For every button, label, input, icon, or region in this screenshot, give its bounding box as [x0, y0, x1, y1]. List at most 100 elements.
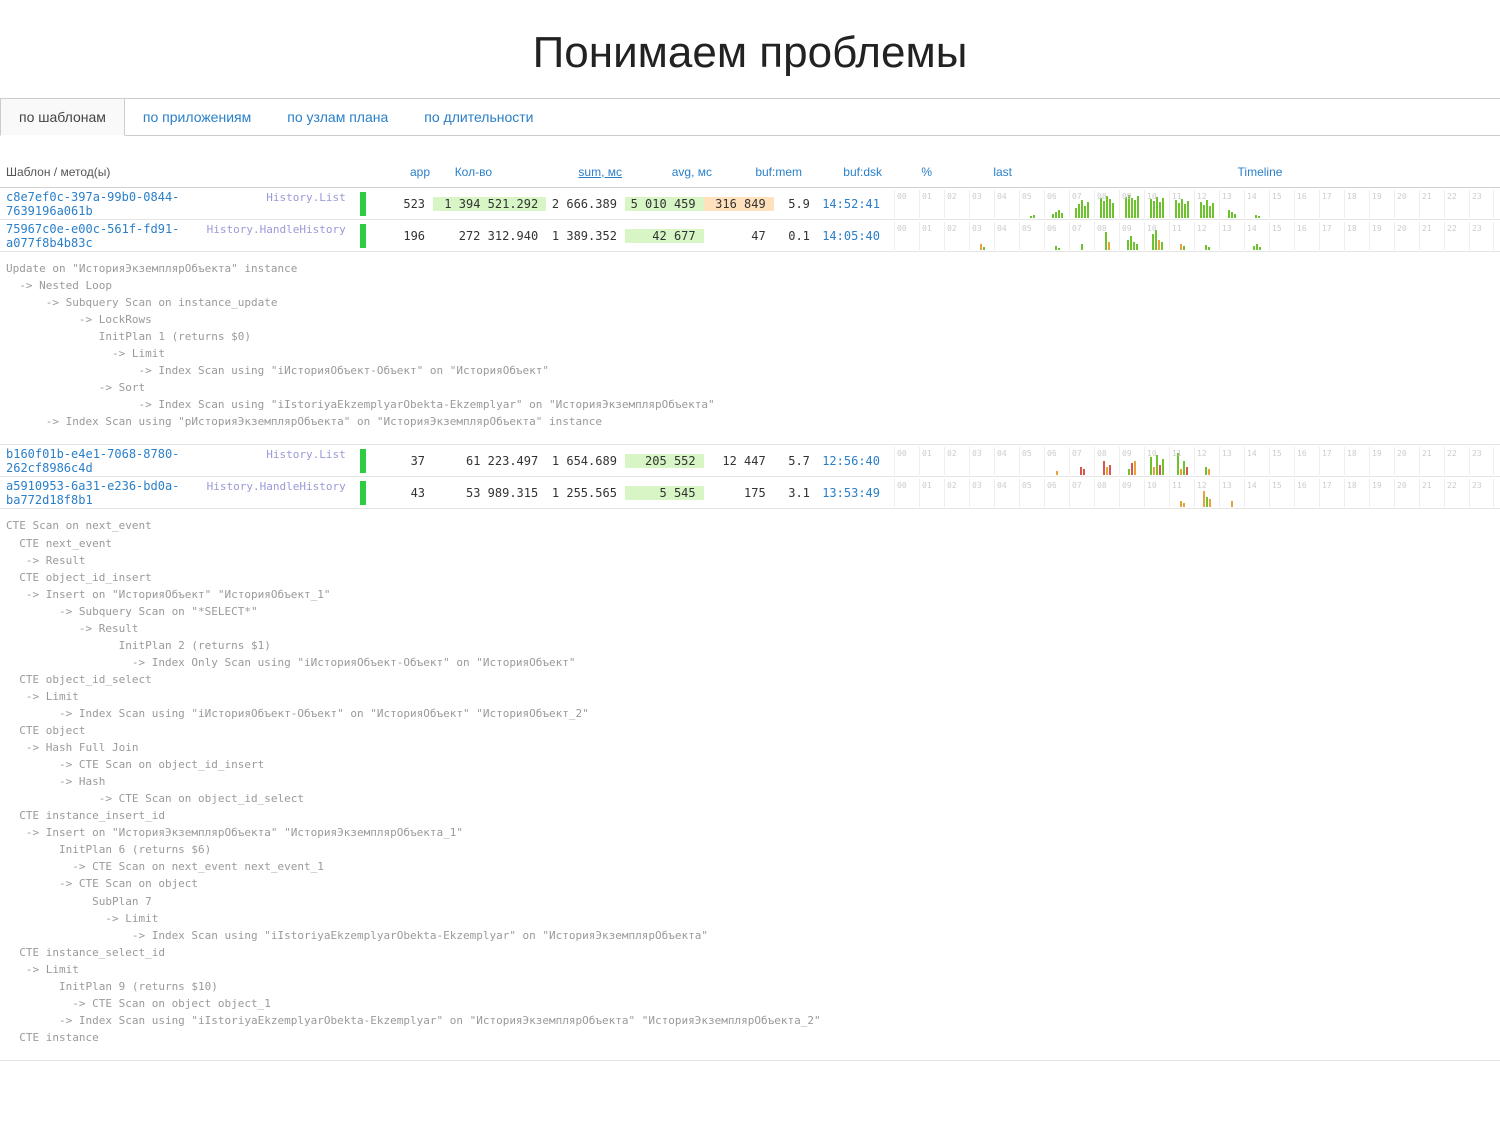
timeline-bar — [1106, 467, 1108, 475]
hour-label: 03 — [972, 192, 982, 201]
cell-bufdsk: 316 849 — [704, 197, 774, 211]
hour-label: 16 — [1297, 224, 1307, 233]
timeline-bar — [1109, 465, 1111, 475]
hdr-timeline[interactable]: Timeline — [1020, 165, 1500, 179]
hdr-bufmem[interactable]: buf:mem — [720, 165, 810, 179]
timeline-hour: 16 — [1294, 479, 1319, 507]
timeline-hour: 14 — [1244, 479, 1269, 507]
timeline-bar — [1183, 461, 1185, 475]
hour-label: 13 — [1222, 449, 1232, 458]
timeline-bar — [1134, 461, 1136, 475]
table-row[interactable]: b160f01b-e4e1-7068-8780-262cf8986c4dHist… — [0, 445, 1500, 477]
hour-label: 20 — [1397, 449, 1407, 458]
cell-bufmem: 5 010 459 — [625, 197, 704, 211]
hour-label: 10 — [1147, 449, 1157, 458]
hour-label: 15 — [1272, 481, 1282, 490]
hour-label: 02 — [947, 481, 957, 490]
hdr-pct[interactable]: % — [890, 165, 940, 179]
hour-label: 10 — [1147, 481, 1157, 490]
hdr-avg[interactable]: avg, мс — [630, 165, 720, 179]
table-row[interactable]: 75967c0e-e00c-561f-fd91-a077f8b4b83c Hist… — [0, 220, 1500, 252]
cell-avg: 1 389.352 — [546, 229, 625, 243]
tab-duration[interactable]: по длительности — [406, 99, 551, 135]
timeline-bar — [1055, 246, 1057, 250]
hdr-app[interactable]: app — [400, 165, 440, 179]
hour-label: 09 — [1122, 192, 1132, 201]
timeline-hour: 03 — [969, 447, 994, 475]
timeline-hour: 19 — [1369, 447, 1394, 475]
timeline-hour: 01 — [919, 190, 944, 218]
hour-label: 18 — [1347, 192, 1357, 201]
timeline-hour: 23 — [1469, 479, 1494, 507]
cell-bufmem: 205 552 — [625, 454, 704, 468]
hour-label: 07 — [1072, 481, 1082, 490]
timeline-bar — [1231, 212, 1233, 218]
cell-last[interactable]: 12:56:40 — [822, 454, 880, 468]
cell-bufdsk: 175 — [704, 486, 774, 500]
cell-avg: 1 255.565 — [546, 486, 625, 500]
hour-label: 19 — [1372, 224, 1382, 233]
tab-plan-nodes[interactable]: по узлам плана — [269, 99, 406, 135]
timeline-hour: 20 — [1394, 190, 1419, 218]
cell-bufdsk: 12 447 — [704, 454, 774, 468]
timeline-hour: 22 — [1444, 447, 1469, 475]
tab-apps[interactable]: по приложениям — [125, 99, 269, 135]
timeline-hour: 11 — [1169, 190, 1194, 218]
hour-label: 06 — [1047, 192, 1057, 201]
query-hash[interactable]: 75967c0e-e00c-561f-fd91-a077f8b4b83c — [6, 222, 197, 250]
hour-label: 18 — [1347, 481, 1357, 490]
hour-label: 01 — [922, 192, 932, 201]
table-row[interactable]: c8e7ef0c-397a-99b0-0844-7639196a061bHist… — [0, 188, 1500, 220]
query-hash[interactable]: a5910953-6a31-e236-bd0a-ba772d18f8b1 — [6, 479, 197, 507]
timeline-bar — [1180, 501, 1182, 507]
timeline-bar — [1087, 202, 1089, 218]
query-method: History.HandleHistory — [207, 223, 346, 236]
hour-label: 21 — [1422, 224, 1432, 233]
timeline-bar — [1156, 455, 1158, 475]
hdr-template[interactable]: Шаблон / метод(ы) — [0, 165, 400, 179]
table-row[interactable]: a5910953-6a31-e236-bd0a-ba772d18f8b1Hist… — [0, 477, 1500, 509]
hour-label: 11 — [1172, 449, 1182, 458]
timeline-chart: 0001020304050607080910111213141516171819… — [894, 222, 1494, 250]
query-hash[interactable]: c8e7ef0c-397a-99b0-0844-7639196a061b — [6, 190, 256, 218]
hour-label: 08 — [1097, 481, 1107, 490]
hour-label: 04 — [997, 449, 1007, 458]
timeline-hour: 05 — [1019, 447, 1044, 475]
hdr-count[interactable]: Кол-во — [440, 165, 500, 179]
hour-label: 12 — [1197, 192, 1207, 201]
hour-label: 21 — [1422, 449, 1432, 458]
timeline-hour: 04 — [994, 479, 1019, 507]
hdr-sum[interactable]: sum, мс — [500, 165, 630, 179]
hour-label: 23 — [1472, 449, 1482, 458]
timeline-hour: 06 — [1044, 222, 1069, 250]
query-hash[interactable]: b160f01b-e4e1-7068-8780-262cf8986c4d — [6, 447, 256, 475]
timeline-hour: 14 — [1244, 447, 1269, 475]
hour-label: 19 — [1372, 481, 1382, 490]
hour-label: 12 — [1197, 224, 1207, 233]
timeline-bar — [1175, 200, 1177, 218]
hour-label: 10 — [1147, 192, 1157, 201]
cell-last[interactable]: 14:52:41 — [822, 197, 880, 211]
timeline-hour: 07 — [1069, 190, 1094, 218]
timeline-hour: 06 — [1044, 190, 1069, 218]
timeline-bar — [1150, 199, 1152, 218]
app-indicator — [360, 481, 366, 505]
timeline-bar — [1137, 196, 1139, 218]
timeline-hour: 21 — [1419, 222, 1444, 250]
timeline-chart: 0001020304050607080910111213141516171819… — [894, 479, 1494, 507]
timeline-bar — [1152, 234, 1154, 250]
timeline-hour: 16 — [1294, 190, 1319, 218]
timeline-hour: 13 — [1219, 479, 1244, 507]
hdr-last[interactable]: last — [940, 165, 1020, 179]
cell-last[interactable]: 13:53:49 — [822, 486, 880, 500]
hdr-bufdsk[interactable]: buf:dsk — [810, 165, 890, 179]
tab-templates[interactable]: по шаблонам — [0, 98, 125, 136]
timeline-bar — [1258, 216, 1260, 218]
timeline-hour: 06 — [1044, 479, 1069, 507]
timeline-hour: 03 — [969, 479, 994, 507]
timeline-bar — [1205, 467, 1207, 475]
cell-sum: 1 394 521.292 — [433, 197, 546, 211]
hour-label: 11 — [1172, 224, 1182, 233]
cell-last[interactable]: 14:05:40 — [822, 229, 880, 243]
timeline-hour: 04 — [994, 190, 1019, 218]
